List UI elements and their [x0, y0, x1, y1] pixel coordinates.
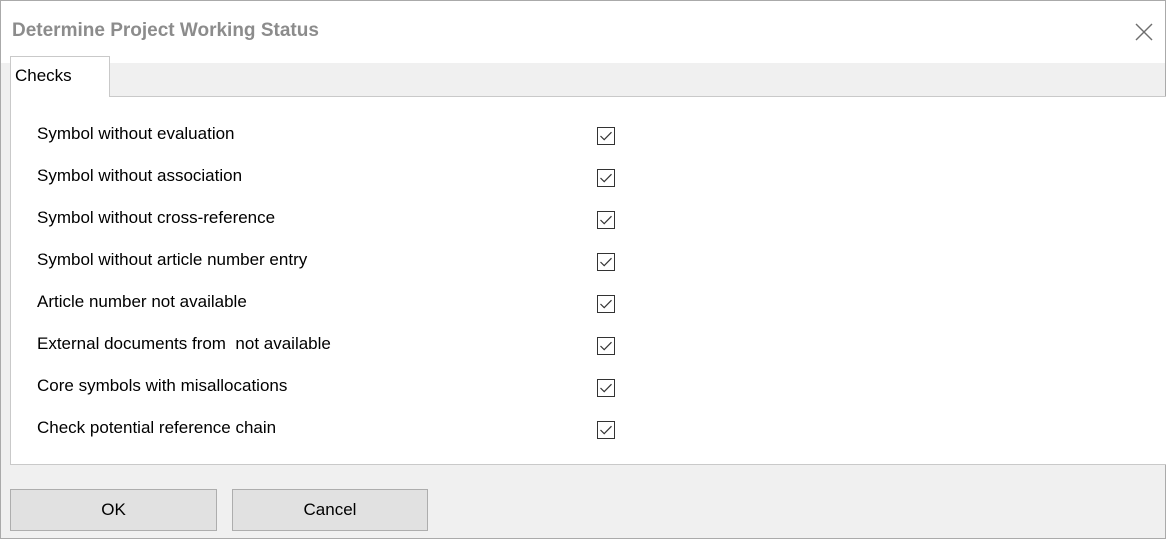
check-label: Symbol without cross-reference	[37, 208, 276, 227]
checkmark-icon	[597, 211, 615, 229]
ok-button[interactable]: OK	[10, 489, 217, 531]
close-icon	[1135, 23, 1153, 41]
check-symbol-without-cross-reference-checkbox[interactable]	[597, 211, 615, 229]
check-label: Symbol without evaluation	[37, 124, 235, 143]
check-label: External documents from not available	[37, 334, 331, 353]
title-bar: Determine Project Working Status	[1, 1, 1165, 63]
checkmark-icon	[597, 169, 615, 187]
check-row-core-symbols-with-misallocations: Core symbols with misallocations	[11, 371, 711, 405]
check-row-symbol-without-evaluation: Symbol without evaluation	[11, 119, 711, 153]
close-button[interactable]	[1129, 17, 1159, 47]
checkmark-icon	[597, 127, 615, 145]
checkmark-icon	[597, 337, 615, 355]
check-article-number-not-available-checkbox[interactable]	[597, 295, 615, 313]
tab-checks-label: Checks	[15, 66, 72, 85]
check-row-check-potential-reference-chain: Check potential reference chain	[11, 413, 711, 447]
check-symbol-without-article-number-entry-checkbox[interactable]	[597, 253, 615, 271]
dialog-window: Determine Project Working Status Checks …	[0, 0, 1166, 539]
checkmark-icon	[597, 379, 615, 397]
check-row-external-documents-not-available: External documents from not available	[11, 329, 711, 363]
check-symbol-without-association-checkbox[interactable]	[597, 169, 615, 187]
check-row-symbol-without-cross-reference: Symbol without cross-reference	[11, 203, 711, 237]
check-label: Core symbols with misallocations	[37, 376, 288, 395]
check-row-symbol-without-article-number-entry: Symbol without article number entry	[11, 245, 711, 279]
check-label: Symbol without article number entry	[37, 250, 308, 269]
dialog-title: Determine Project Working Status	[12, 20, 319, 41]
check-core-symbols-with-misallocations-checkbox[interactable]	[597, 379, 615, 397]
tab-checks[interactable]: Checks	[10, 56, 110, 97]
check-external-documents-not-available-checkbox[interactable]	[597, 337, 615, 355]
check-label: Article number not available	[37, 292, 247, 311]
check-label: Check potential reference chain	[37, 418, 277, 437]
checkmark-icon	[597, 421, 615, 439]
cancel-button[interactable]: Cancel	[232, 489, 428, 531]
checkmark-icon	[597, 295, 615, 313]
checkmark-icon	[597, 253, 615, 271]
check-row-article-number-not-available: Article number not available	[11, 287, 711, 321]
check-row-symbol-without-association: Symbol without association	[11, 161, 711, 195]
check-potential-reference-chain-checkbox[interactable]	[597, 421, 615, 439]
check-symbol-without-evaluation-checkbox[interactable]	[597, 127, 615, 145]
checks-panel: Symbol without evaluation Symbol without…	[10, 96, 1166, 465]
check-label: Symbol without association	[37, 166, 243, 185]
